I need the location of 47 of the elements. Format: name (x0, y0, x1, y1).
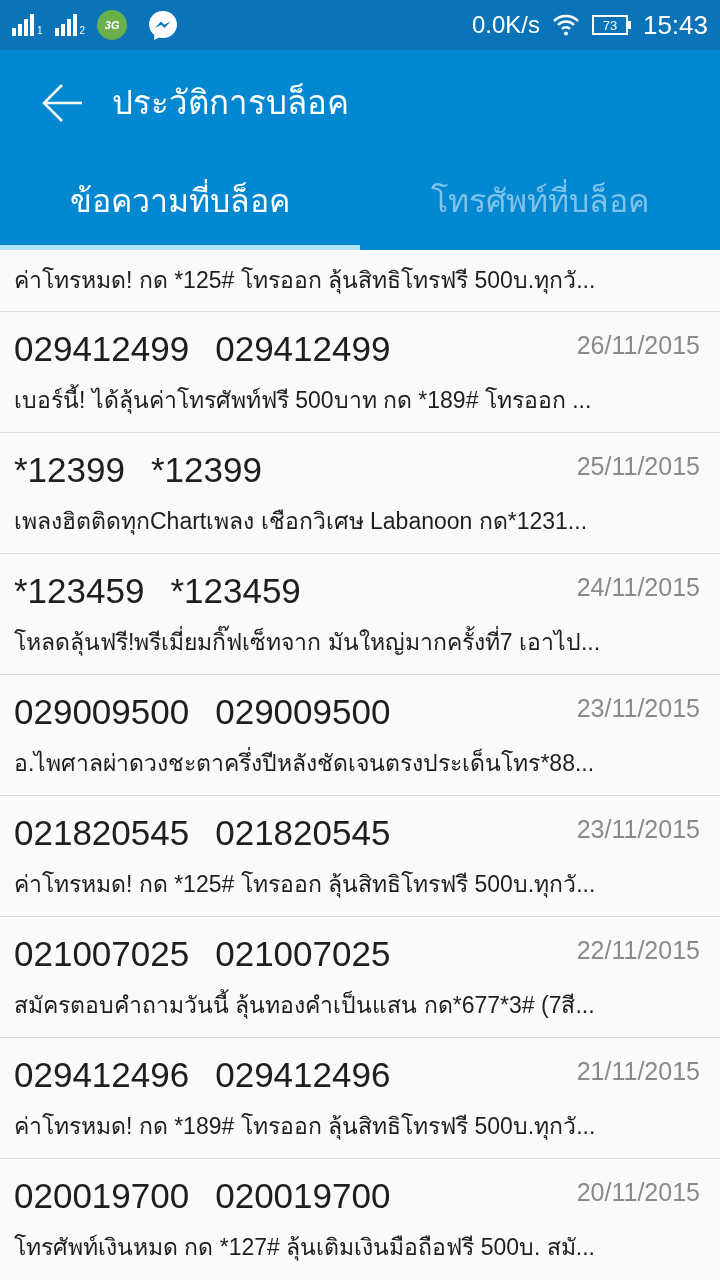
sender-name: 029412496 (14, 1053, 190, 1096)
sender-number: 020019700 (215, 1175, 391, 1218)
message-preview: ค่าโทรหมด! กด *189# โทรออก ลุ้นสิทธิโทรฟรี 500บ.ทุกวั... (14, 1111, 597, 1142)
message-date: 20/11/2015 (576, 1177, 700, 1209)
battery-indicator: 73 (591, 15, 631, 35)
network-badge: 3G (97, 10, 128, 40)
message-preview: สมัครตอบคำถามวันนี้ ลุ้นทองคำเป็นแสน กด*677*3# (7สี... (14, 988, 596, 1021)
message-date: 22/11/2015 (576, 934, 700, 966)
message-date: 25/11/2015 (576, 450, 700, 482)
sender-name: 021820545 (14, 811, 190, 854)
message-preview: อ.ไพศาลผ่าดวงชะตาครึ่งปีหลังชัดเจนตรงประเด็นโทร*88... (14, 746, 596, 778)
screen-title: ประวัติการบล็อค (112, 82, 349, 124)
sender-name: 021007025 (14, 932, 190, 975)
sender-number: 029009500 (215, 690, 391, 733)
message-preview: เพลงฮิตติดทุกChartเพลง เชือกวิเศษ Labanoon กด*1231... (14, 506, 589, 537)
back-arrow-icon (41, 83, 83, 123)
signal-icon (12, 14, 36, 36)
tab[interactable]: โทรศัพท์ที่บล็อค (360, 156, 720, 250)
tab[interactable]: ข้อความที่บล็อค (0, 156, 360, 250)
sim-label: 2 (79, 26, 86, 36)
clock: 15:43 (642, 8, 708, 42)
sender-number: 029412499 (215, 327, 391, 370)
sender-name: *123459 (14, 569, 145, 612)
sender-name: 029009500 (14, 690, 190, 733)
sim-label: 1 (37, 26, 43, 36)
network-speed: 0.0K/s (471, 10, 540, 40)
sender-name: 029412499 (14, 327, 190, 370)
wifi-icon (551, 14, 580, 36)
message-date: 26/11/2015 (576, 329, 700, 361)
sender-number: 021007025 (215, 932, 391, 975)
message-date: 24/11/2015 (576, 571, 700, 603)
sender-name: 020019700 (14, 1175, 190, 1218)
messenger-icon (147, 9, 180, 41)
sender-number: *12399 (150, 448, 262, 491)
message-preview: ค่าโทรหมด! กด *125# โทรออก ลุ้นสิทธิโทรฟรี 500บ.ทุกวั... (14, 266, 597, 296)
sender-number: 029412496 (215, 1053, 391, 1096)
sender-number: 021820545 (215, 811, 391, 854)
message-preview: ค่าโทรหมด! กด *125# โทรออก ลุ้นสิทธิโทรฟรี 500บ.ทุกวั... (14, 869, 597, 900)
message-date: 21/11/2015 (576, 1055, 700, 1087)
message-preview: โหลดลุ้นฟรี!พรีเมี่ยมกิ๊ฟเซ็ทจาก มันใหญ่มากครั้งที่7 เอาไป... (14, 624, 706, 660)
sender-number: *123459 (170, 569, 301, 612)
message-preview: เบอร์นี้! ได้ลุ้นค่าโทรศัพท์ฟรี 500บาท กด *189# โทรออก ... (14, 383, 593, 416)
message-date: 23/11/2015 (576, 692, 700, 724)
signal-icon (54, 14, 79, 36)
sender-name: *12399 (14, 448, 125, 491)
message-date: 23/11/2015 (576, 813, 700, 845)
message-preview: โทรศัพท์เงินหมด กด *127# ลุ้นเติมเงินมือถือฟรี 500บ. สมั... (14, 1233, 596, 1263)
